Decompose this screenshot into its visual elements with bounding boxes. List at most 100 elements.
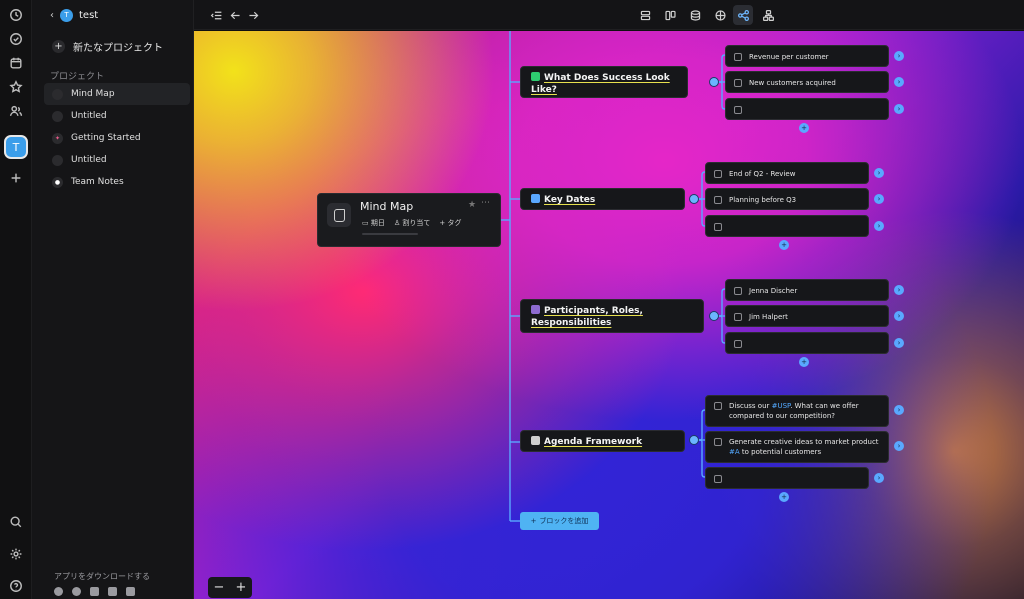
add-child-arrow-icon[interactable]: › bbox=[894, 51, 904, 61]
due-date-property[interactable]: ▭ 期日 bbox=[362, 218, 385, 228]
zoom-out-button[interactable]: − bbox=[214, 580, 225, 595]
view-document-icon[interactable] bbox=[637, 7, 653, 23]
calendar-icon[interactable] bbox=[6, 53, 26, 73]
mindmap-canvas[interactable]: Mind Map ★ ⋯ ▭ 期日 ♙ 割り当て + タグ What Does … bbox=[194, 31, 1024, 599]
assign-property[interactable]: ♙ 割り当て bbox=[394, 218, 431, 228]
child-node[interactable]: Revenue per customer bbox=[725, 45, 889, 67]
add-sibling-icon[interactable]: + bbox=[779, 240, 789, 250]
checkbox[interactable] bbox=[734, 53, 742, 61]
add-workspace-icon[interactable] bbox=[6, 168, 26, 188]
child-node[interactable]: Generate creative ideas to market produc… bbox=[705, 431, 889, 463]
sidebar-item-label: Team Notes bbox=[71, 177, 124, 187]
add-sibling-icon[interactable]: + bbox=[799, 357, 809, 367]
zoom-in-button[interactable]: + bbox=[236, 580, 247, 595]
add-child-arrow-icon[interactable]: › bbox=[874, 168, 884, 178]
branch-node-success[interactable]: What Does Success Look Like? bbox=[520, 66, 688, 98]
add-child-arrow-icon[interactable]: › bbox=[894, 405, 904, 415]
apple-icon[interactable] bbox=[54, 587, 63, 596]
child-node-empty[interactable] bbox=[705, 467, 869, 489]
windows-icon[interactable] bbox=[90, 587, 99, 596]
checkbox[interactable] bbox=[734, 79, 742, 87]
child-node-empty[interactable] bbox=[725, 98, 889, 120]
view-database-icon[interactable] bbox=[687, 7, 703, 23]
more-options-icon[interactable]: ⋯ bbox=[481, 198, 490, 208]
android-icon[interactable] bbox=[126, 587, 135, 596]
sidebar-item-getting-started[interactable]: ✦ Getting Started bbox=[44, 127, 190, 149]
workspace-header[interactable]: ‹ T test bbox=[50, 7, 98, 23]
checkbox[interactable] bbox=[734, 340, 742, 348]
checkbox[interactable] bbox=[714, 223, 722, 231]
view-hierarchy-icon[interactable] bbox=[760, 7, 776, 23]
root-node-title[interactable]: Mind Map bbox=[360, 200, 413, 213]
sidebar: ‹ T test + 新たなプロジェクト プロジェクト Mind Map Unt… bbox=[32, 0, 194, 599]
history-icon[interactable] bbox=[6, 5, 26, 25]
child-node[interactable]: Jim Halpert bbox=[725, 305, 889, 327]
branch-node-participants[interactable]: Participants, Roles, Responsibilities bbox=[520, 299, 704, 333]
checkbox[interactable] bbox=[714, 402, 722, 410]
chrome-icon[interactable] bbox=[72, 587, 81, 596]
collapse-toggle[interactable] bbox=[709, 311, 719, 321]
collapse-toggle[interactable] bbox=[689, 435, 699, 445]
add-child-arrow-icon[interactable]: › bbox=[874, 473, 884, 483]
child-node-empty[interactable] bbox=[725, 332, 889, 354]
collapse-toggle[interactable] bbox=[709, 77, 719, 87]
sidebar-item-untitled-2[interactable]: Untitled bbox=[44, 149, 190, 171]
branch-node-agenda[interactable]: Agenda Framework bbox=[520, 430, 685, 452]
sidebar-item-label: Untitled bbox=[71, 155, 107, 165]
chevron-left-icon[interactable]: ‹ bbox=[50, 10, 54, 21]
hashtag-link[interactable]: #USP bbox=[772, 402, 791, 410]
child-node[interactable]: Discuss our #USP. What can we offer comp… bbox=[705, 395, 889, 427]
checkbox[interactable] bbox=[734, 287, 742, 295]
checkbox[interactable] bbox=[734, 313, 742, 321]
collapse-toggle[interactable] bbox=[689, 194, 699, 204]
hashtag-link[interactable]: #A bbox=[729, 448, 740, 456]
forward-arrow-icon[interactable] bbox=[245, 7, 261, 23]
add-block-button[interactable]: + ブロックを追加 bbox=[520, 512, 599, 530]
sidebar-item-team-notes[interactable]: ● Team Notes bbox=[44, 171, 190, 193]
add-sibling-icon[interactable]: + bbox=[779, 492, 789, 502]
branch-label: Agenda Framework bbox=[544, 437, 643, 447]
branch-node-key-dates[interactable]: Key Dates bbox=[520, 188, 685, 210]
view-layout-icon[interactable] bbox=[712, 7, 728, 23]
workspace-avatar[interactable]: T bbox=[4, 135, 28, 159]
add-child-arrow-icon[interactable]: › bbox=[874, 194, 884, 204]
star-icon[interactable] bbox=[6, 77, 26, 97]
help-icon[interactable] bbox=[6, 576, 26, 596]
checkbox[interactable] bbox=[714, 475, 722, 483]
add-sibling-icon[interactable]: + bbox=[799, 123, 809, 133]
child-node[interactable]: Planning before Q3 bbox=[705, 188, 869, 210]
tag-property[interactable]: + タグ bbox=[439, 218, 461, 228]
add-child-arrow-icon[interactable]: › bbox=[894, 104, 904, 114]
chat-icon: ● bbox=[52, 176, 63, 188]
members-icon[interactable] bbox=[6, 101, 26, 121]
checkbox[interactable] bbox=[734, 106, 742, 114]
root-node-card[interactable]: Mind Map ★ ⋯ ▭ 期日 ♙ 割り当て + タグ bbox=[317, 193, 501, 247]
add-child-arrow-icon[interactable]: › bbox=[894, 311, 904, 321]
view-board-icon[interactable] bbox=[662, 7, 678, 23]
child-node[interactable]: Jenna Discher bbox=[725, 279, 889, 301]
add-child-arrow-icon[interactable]: › bbox=[894, 441, 904, 451]
new-project-button[interactable]: + 新たなプロジェクト bbox=[52, 39, 163, 54]
checkbox[interactable] bbox=[714, 438, 722, 446]
mindmap-doc-icon bbox=[327, 203, 351, 227]
child-node[interactable]: End of Q2 - Review bbox=[705, 162, 869, 184]
add-child-arrow-icon[interactable]: › bbox=[894, 77, 904, 87]
star-icon[interactable]: ★ bbox=[468, 200, 476, 210]
add-child-arrow-icon[interactable]: › bbox=[874, 221, 884, 231]
download-platforms bbox=[54, 587, 135, 596]
sidebar-item-untitled[interactable]: Untitled bbox=[44, 105, 190, 127]
tasks-icon[interactable] bbox=[6, 29, 26, 49]
sidebar-item-mind-map[interactable]: Mind Map bbox=[44, 83, 190, 105]
search-icon[interactable] bbox=[6, 512, 26, 532]
child-node-empty[interactable] bbox=[705, 215, 869, 237]
add-child-arrow-icon[interactable]: › bbox=[894, 338, 904, 348]
appstore-icon[interactable] bbox=[108, 587, 117, 596]
child-node[interactable]: New customers acquired bbox=[725, 71, 889, 93]
checkbox[interactable] bbox=[714, 170, 722, 178]
back-arrow-icon[interactable] bbox=[227, 7, 243, 23]
settings-icon[interactable] bbox=[6, 544, 26, 564]
view-mindmap-icon[interactable] bbox=[733, 5, 753, 25]
add-child-arrow-icon[interactable]: › bbox=[894, 285, 904, 295]
checkbox[interactable] bbox=[714, 196, 722, 204]
toggle-sidebar-icon[interactable] bbox=[208, 7, 224, 23]
